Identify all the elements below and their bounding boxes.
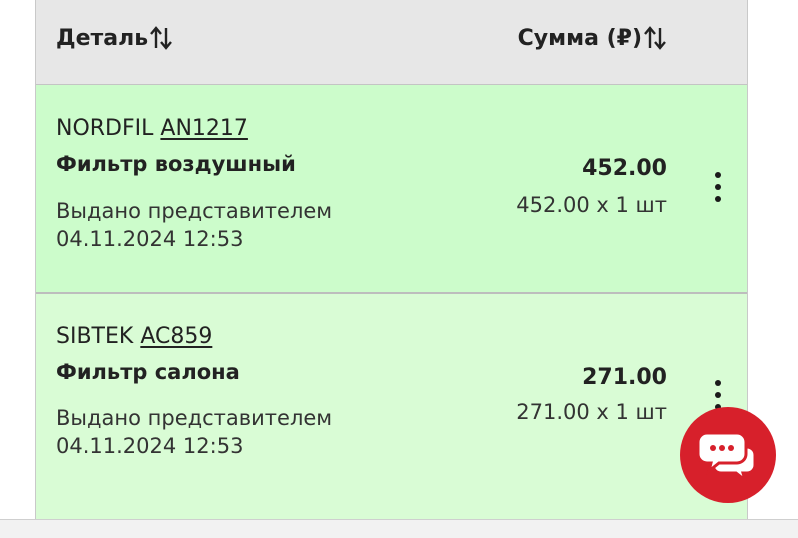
item-status: Выдано представителем 04.11.2024 12:53 xyxy=(56,197,332,253)
table-header: Деталь Сумма (₽) xyxy=(36,0,747,85)
chat-button[interactable] xyxy=(680,407,776,503)
item-status: Выдано представителем 04.11.2024 12:53 xyxy=(56,404,332,460)
item-price: 271.00 xyxy=(582,365,667,390)
item-datetime: 04.11.2024 12:53 xyxy=(56,434,244,458)
item-brand-article: NORDFIL AN1217 xyxy=(56,116,248,141)
column-header-sum-label: Сумма (₽) xyxy=(517,25,642,51)
item-qty-line: 452.00 х 1 шт xyxy=(516,193,667,217)
item-brand-article: SIBTEK AC859 xyxy=(56,324,212,349)
table-row: NORDFIL AN1217 Фильтр воздушный Выдано п… xyxy=(36,85,747,294)
kebab-menu-icon[interactable] xyxy=(713,172,723,212)
item-status-text: Выдано представителем xyxy=(56,199,333,223)
item-article-link[interactable]: AN1217 xyxy=(160,116,248,141)
item-brand: SIBTEK xyxy=(56,324,134,349)
sort-arrows-icon xyxy=(644,26,666,50)
item-name: Фильтр салона xyxy=(56,360,240,384)
order-items-table: Деталь Сумма (₽) NORDFIL AN1217 Фильтр в… xyxy=(35,0,748,538)
item-name: Фильтр воздушный xyxy=(56,152,296,176)
item-qty-line: 271.00 х 1 шт xyxy=(516,400,667,424)
item-price: 452.00 xyxy=(582,156,667,181)
table-row: SIBTEK AC859 Фильтр салона Выдано предст… xyxy=(36,294,747,502)
item-article-link[interactable]: AC859 xyxy=(140,324,212,349)
column-header-detail[interactable]: Деталь xyxy=(56,25,173,51)
sort-arrows-icon xyxy=(150,26,173,50)
item-datetime: 04.11.2024 12:53 xyxy=(56,227,244,251)
chat-bubbles-icon xyxy=(697,431,757,481)
bottom-bar xyxy=(0,519,798,538)
column-header-sum[interactable]: Сумма (₽) xyxy=(518,25,667,51)
item-status-text: Выдано представителем xyxy=(56,406,333,430)
item-brand: NORDFIL xyxy=(56,116,154,141)
column-header-detail-label: Деталь xyxy=(56,25,149,51)
